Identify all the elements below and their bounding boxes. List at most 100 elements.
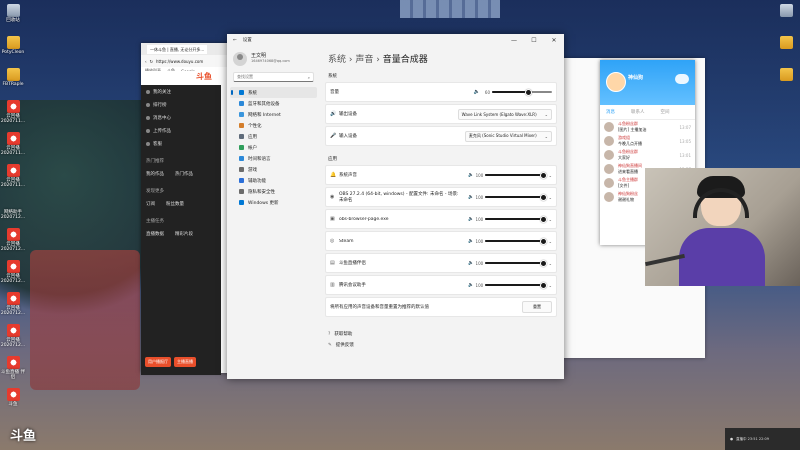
help-link[interactable]: ✎ 提供反馈 xyxy=(328,342,557,349)
back-arrow-icon[interactable]: ← xyxy=(233,38,237,43)
desktop-icon[interactable]: 云回播 2020711... xyxy=(0,164,26,188)
desktop-icon[interactable] xyxy=(773,4,799,18)
desktop-icon-label: 云回播 2020711... xyxy=(0,146,26,156)
qq-tab[interactable]: 空间 xyxy=(661,109,670,115)
back-icon[interactable]: ‹ xyxy=(145,59,147,64)
nav-item[interactable]: 蓝牙和其他设备 xyxy=(230,98,317,109)
nav-item[interactable]: 个性化 xyxy=(230,120,317,131)
speaker-icon[interactable]: 🔈 xyxy=(468,195,474,200)
app-volume-slider[interactable] xyxy=(485,238,547,245)
app-volume-slider[interactable] xyxy=(485,260,547,267)
app-volume-row[interactable]: ▥ 腾讯会议助手 🔈 100 ⌄ xyxy=(325,275,557,295)
douyu-menu-item[interactable]: 消息中心 xyxy=(141,111,221,124)
qq-chat-item[interactable]: 游戏组 今晚几点开播 13:05 xyxy=(600,134,695,148)
desktop-icon[interactable]: 云回播 2020712... xyxy=(0,228,26,252)
qq-avatar[interactable] xyxy=(606,72,626,92)
help-link[interactable]: ? 获取帮助 xyxy=(328,331,557,338)
desktop-icon[interactable]: 云回播 2020712... xyxy=(0,260,26,284)
input-device-card[interactable]: 🎤 输入设备 麦克风 (Sonic Studio Virtual Mixer) … xyxy=(325,126,557,146)
browser-urlbar[interactable]: ‹ ↻ https://www.douyu.com xyxy=(141,55,241,67)
douyu-logo[interactable]: 斗鱼 xyxy=(141,71,221,85)
reset-button[interactable]: 重置 xyxy=(522,301,552,313)
speaker-icon[interactable]: 🔈 xyxy=(468,261,474,266)
app-volume-slider[interactable] xyxy=(485,216,547,223)
chevron-down-icon[interactable]: ⌄ xyxy=(549,217,552,222)
douyu-row[interactable]: 我的作品 热门作品 xyxy=(141,167,221,180)
douyu-row[interactable]: 订阅 粉丝数量 xyxy=(141,197,221,210)
nav-item[interactable]: 网络和 Internet xyxy=(230,109,317,120)
desktop-icon[interactable]: 云回播 2020712... xyxy=(0,324,26,348)
chevron-down-icon[interactable]: ⌄ xyxy=(549,283,552,288)
qq-chat-item[interactable]: 斗鱼粉丝群 大家好 13:01 xyxy=(600,148,695,162)
desktop-icon[interactable]: PotyCleon xyxy=(0,36,26,55)
maximize-icon[interactable]: ☐ xyxy=(524,37,544,44)
minimize-icon[interactable]: — xyxy=(504,37,524,44)
input-device-select[interactable]: 麦克风 (Sonic Studio Virtual Mixer) ⌄ xyxy=(464,130,552,142)
desktop-icon[interactable]: FBTRaple xyxy=(0,68,26,87)
qq-tab[interactable]: 联系人 xyxy=(631,109,645,115)
desktop-icon[interactable]: 云回播 2020712... xyxy=(0,292,26,316)
nav-item[interactable]: 隐私和安全性 xyxy=(230,186,317,197)
reload-icon[interactable]: ↻ xyxy=(150,59,153,64)
url-text[interactable]: https://www.douyu.com xyxy=(156,59,203,64)
desktop-icon[interactable]: 云回播 2020711... xyxy=(0,100,26,124)
output-device-card[interactable]: 🔊 输出设备 Wave Link System (Elgato Wave:XLR… xyxy=(325,104,557,124)
settings-search-input[interactable]: 查找设置 ⌕ xyxy=(233,72,314,82)
chevron-down-icon[interactable]: ⌄ xyxy=(549,261,552,266)
speaker-icon[interactable]: 🔈 xyxy=(474,89,480,95)
app-volume-row[interactable]: ▤ 斗鱼直播伴侣 🔈 100 ⌄ xyxy=(325,253,557,273)
browser-window-left[interactable]: 一休斗鱼 | 直播, 无论分开多... ‹ ↻ https://www.douy… xyxy=(141,43,241,375)
app-volume-row[interactable]: ◎ Steam 🔈 100 ⌄ xyxy=(325,231,557,251)
nav-item-icon xyxy=(239,112,244,117)
app-volume-slider[interactable] xyxy=(485,282,547,289)
user-profile[interactable]: 王文明 1646974068@qq.com xyxy=(227,46,320,70)
douyu-secondary-button[interactable]: 主播直播 xyxy=(174,357,196,367)
master-volume-slider[interactable] xyxy=(492,89,552,96)
desktop-icon[interactable] xyxy=(773,68,799,82)
breadcrumb-sound[interactable]: 声音 xyxy=(355,55,373,65)
settings-titlebar[interactable]: ← 设置 — ☐ ✕ xyxy=(227,34,564,46)
breadcrumb-system[interactable]: 系统 xyxy=(328,55,346,65)
qq-chat-item[interactable]: 斗鱼粉丝群 [图片] 主播加油 13:07 xyxy=(600,120,695,134)
qq-tab[interactable]: 消息 xyxy=(606,109,615,115)
chevron-down-icon[interactable]: ⌄ xyxy=(549,173,552,178)
browser-tab[interactable]: 一休斗鱼 | 直播, 无论分开多... xyxy=(147,44,208,54)
desktop-icon[interactable]: 网络助手 2020712... xyxy=(0,196,26,220)
output-device-select[interactable]: Wave Link System (Elgato Wave:XLR) ⌄ xyxy=(457,108,552,120)
nav-item[interactable]: 应用 xyxy=(230,131,317,142)
desktop-icon[interactable]: 斗鱼直播 伴侣 xyxy=(0,356,26,380)
douyu-menu-item[interactable]: 上传作品 xyxy=(141,124,221,137)
douyu-row[interactable]: 直播数据 精彩片段 xyxy=(141,227,221,240)
app-name: 系统声音 xyxy=(339,173,357,178)
stream-tray: ● 直播中 23:51 22:09 xyxy=(725,428,800,450)
speaker-icon[interactable]: 🔈 xyxy=(468,173,474,178)
douyu-menu-item[interactable]: 我的关注 xyxy=(141,85,221,98)
desktop-icon-label: 云回播 2020712... xyxy=(0,274,26,284)
desktop-icon[interactable]: 斗鱼 xyxy=(0,388,26,407)
speaker-icon[interactable]: 🔈 xyxy=(468,217,474,222)
chevron-down-icon[interactable]: ⌄ xyxy=(549,195,552,200)
nav-item[interactable]: 时间和语言 xyxy=(230,153,317,164)
nav-item[interactable]: 帐户 xyxy=(230,142,317,153)
app-volume-slider[interactable] xyxy=(485,172,547,179)
desktop-icon[interactable] xyxy=(773,36,799,50)
douyu-menu-item[interactable]: 客服 xyxy=(141,137,221,150)
app-volume-row[interactable]: 🔔 系统声音 🔈 100 ⌄ xyxy=(325,165,557,185)
close-icon[interactable]: ✕ xyxy=(544,37,564,44)
app-volume-slider[interactable] xyxy=(485,194,547,201)
settings-window[interactable]: ← 设置 — ☐ ✕ 王文明 1646974068@qq.com 查找设置 ⌕ … xyxy=(227,34,564,379)
nav-item[interactable]: Windows 更新 xyxy=(230,197,317,208)
nav-item[interactable]: 游戏 xyxy=(230,164,317,175)
desktop-icon[interactable]: 回收站 xyxy=(0,4,26,23)
app-volume-row[interactable]: ▣ obs-browser-page.exe 🔈 100 ⌄ xyxy=(325,209,557,229)
desktop-icon[interactable]: 云回播 2020711... xyxy=(0,132,26,156)
chevron-down-icon[interactable]: ⌄ xyxy=(549,239,552,244)
speaker-icon[interactable]: 🔈 xyxy=(468,239,474,244)
speaker-icon[interactable]: 🔈 xyxy=(468,283,474,288)
douyu-icon xyxy=(6,324,20,337)
douyu-primary-button[interactable]: 用户播报厅 xyxy=(145,357,171,367)
douyu-menu-item[interactable]: 排行榜 xyxy=(141,98,221,111)
app-volume-row[interactable]: ◉ OBS 27.2.4 (64-bit, windows) - 配置文件: 未命… xyxy=(325,187,557,207)
nav-item[interactable]: 系统 xyxy=(230,87,317,98)
nav-item[interactable]: 辅助功能 xyxy=(230,175,317,186)
